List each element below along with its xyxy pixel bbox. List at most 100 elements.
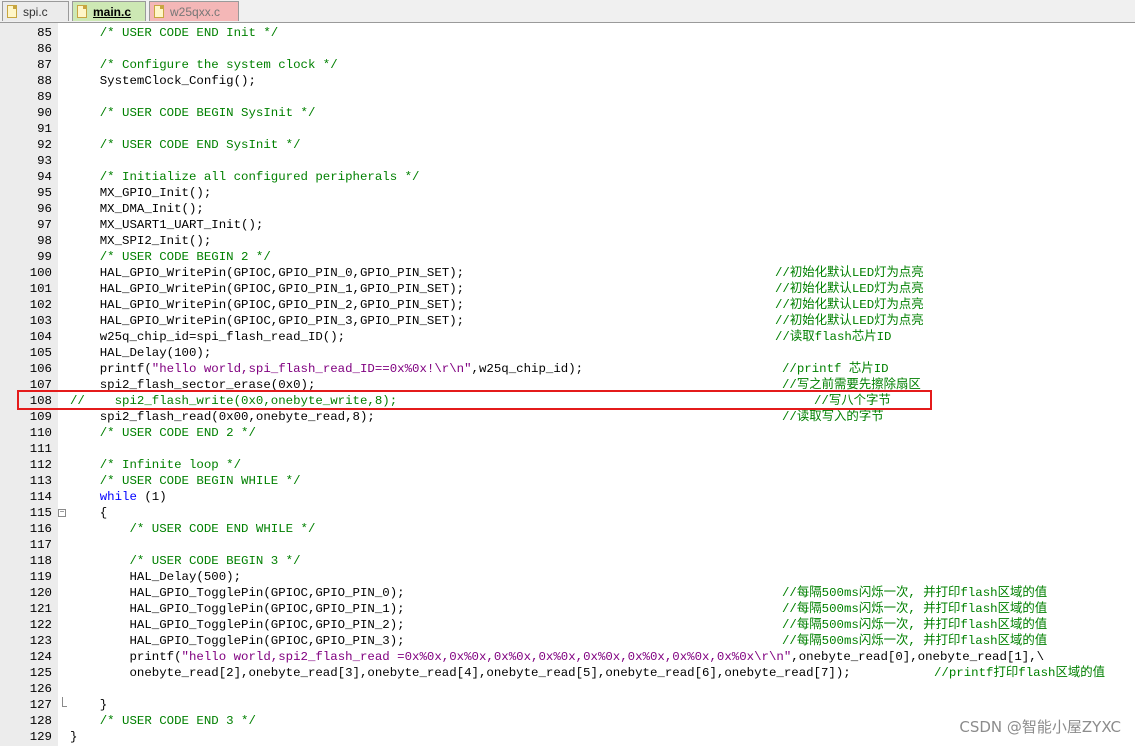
code-line[interactable]: 87 /* Configure the system clock */ — [0, 57, 1135, 73]
code-text: onebyte_read[2],onebyte_read[3],onebyte_… — [70, 666, 851, 680]
code-line[interactable]: 110 /* USER CODE END 2 */ — [0, 425, 1135, 441]
code-text: /* USER CODE BEGIN 3 */ — [70, 554, 301, 568]
code-line[interactable]: 100 HAL_GPIO_WritePin(GPIOC,GPIO_PIN_0,G… — [0, 265, 1135, 281]
code-line[interactable]: 94 /* Initialize all configured peripher… — [0, 169, 1135, 185]
code-text: /* Infinite loop */ — [70, 458, 242, 472]
code-text: /* Initialize all configured peripherals… — [70, 170, 420, 184]
code-line[interactable]: 102 HAL_GPIO_WritePin(GPIOC,GPIO_PIN_2,G… — [0, 297, 1135, 313]
code-line[interactable]: 92 /* USER CODE END SysInit */ — [0, 137, 1135, 153]
line-number: 119 — [29, 570, 52, 584]
code-line[interactable]: 122 HAL_GPIO_TogglePin(GPIOC,GPIO_PIN_2)… — [0, 617, 1135, 633]
line-number: 111 — [29, 442, 52, 456]
line-number: 98 — [37, 234, 52, 248]
line-number: 90 — [37, 106, 52, 120]
trailing-comment: //每隔500ms闪烁一次, 并打印flash区域的值 — [782, 634, 1048, 648]
code-line[interactable]: 112 /* Infinite loop */ — [0, 457, 1135, 473]
line-number: 100 — [29, 266, 52, 280]
line-number: 101 — [29, 282, 52, 296]
code-line[interactable]: 114 while (1) — [0, 489, 1135, 505]
code-line[interactable]: 95 MX_GPIO_Init(); — [0, 185, 1135, 201]
code-line[interactable]: 126 — [0, 681, 1135, 697]
code-line[interactable]: 111 — [0, 441, 1135, 457]
line-number: 93 — [37, 154, 52, 168]
code-line[interactable]: 98 MX_SPI2_Init(); — [0, 233, 1135, 249]
code-line[interactable]: 89 — [0, 89, 1135, 105]
fold-end-icon — [62, 697, 67, 707]
code-text: MX_DMA_Init(); — [70, 202, 204, 216]
tab-spi-c[interactable]: spi.c — [2, 1, 69, 21]
code-line[interactable]: 125 onebyte_read[2],onebyte_read[3],oneb… — [0, 665, 1135, 681]
c-file-icon — [7, 5, 17, 18]
trailing-comment: //读取写入的字节 — [782, 410, 884, 424]
line-number: 85 — [37, 26, 52, 40]
fold-collapse-icon[interactable]: − — [58, 509, 66, 517]
code-line[interactable]: 121 HAL_GPIO_TogglePin(GPIOC,GPIO_PIN_1)… — [0, 601, 1135, 617]
code-line[interactable]: 97 MX_USART1_UART_Init(); — [0, 217, 1135, 233]
code-text: SystemClock_Config(); — [70, 74, 256, 88]
highlight-box — [17, 390, 932, 410]
line-number: 114 — [29, 490, 52, 504]
line-number: 102 — [29, 298, 52, 312]
code-line[interactable]: 105 HAL_Delay(100); — [0, 345, 1135, 361]
code-line[interactable]: 109 spi2_flash_read(0x00,onebyte_read,8)… — [0, 409, 1135, 425]
code-text: HAL_GPIO_TogglePin(GPIOC,GPIO_PIN_2); — [70, 618, 405, 632]
code-text: HAL_GPIO_WritePin(GPIOC,GPIO_PIN_3,GPIO_… — [70, 314, 465, 328]
string-literal: "hello world,spi_flash_read_ID==0x%0x!\r… — [151, 362, 472, 376]
code-line[interactable]: 120 HAL_GPIO_TogglePin(GPIOC,GPIO_PIN_0)… — [0, 585, 1135, 601]
code-line[interactable]: 86 — [0, 41, 1135, 57]
line-number: 88 — [37, 74, 52, 88]
code-text: { — [70, 506, 108, 520]
line-number: 113 — [29, 474, 52, 488]
code-line[interactable]: 113 /* USER CODE BEGIN WHILE */ — [0, 473, 1135, 489]
tab-w25qxx-c[interactable]: w25qxx.c — [149, 1, 239, 21]
trailing-comment: //初始化默认LED灯为点亮 — [775, 314, 924, 328]
code-text: /* USER CODE END Init */ — [70, 26, 279, 40]
line-number: 103 — [29, 314, 52, 328]
line-number: 96 — [37, 202, 52, 216]
code-text: HAL_GPIO_WritePin(GPIOC,GPIO_PIN_2,GPIO_… — [70, 298, 465, 312]
code-text: printf("hello world,spi_flash_read_ID==0… — [70, 362, 584, 376]
code-text: MX_SPI2_Init(); — [70, 234, 212, 248]
code-text: MX_USART1_UART_Init(); — [70, 218, 264, 232]
line-number: 122 — [29, 618, 52, 632]
code-line[interactable]: 127 } — [0, 697, 1135, 713]
code-line[interactable]: 123 HAL_GPIO_TogglePin(GPIOC,GPIO_PIN_3)… — [0, 633, 1135, 649]
code-text: /* USER CODE BEGIN SysInit */ — [70, 106, 316, 120]
code-line[interactable]: 124 printf("hello world,spi2_flash_read … — [0, 649, 1135, 665]
code-line[interactable]: 119 HAL_Delay(500); — [0, 569, 1135, 585]
code-text: /* Configure the system clock */ — [70, 58, 338, 72]
code-line[interactable]: 90 /* USER CODE BEGIN SysInit */ — [0, 105, 1135, 121]
code-line[interactable]: 85 /* USER CODE END Init */ — [0, 25, 1135, 41]
code-text: printf("hello world,spi2_flash_read =0x%… — [70, 650, 1045, 664]
c-file-icon — [154, 5, 164, 18]
trailing-comment: //初始化默认LED灯为点亮 — [775, 298, 924, 312]
code-line[interactable]: 115− { — [0, 505, 1135, 521]
line-number: 97 — [37, 218, 52, 232]
line-number: 118 — [29, 554, 52, 568]
line-number: 105 — [29, 346, 52, 360]
editor-tab-bar: spi.c main.c w25qxx.c — [0, 0, 1135, 23]
code-line[interactable]: 91 — [0, 121, 1135, 137]
tab-main-c[interactable]: main.c — [72, 1, 146, 21]
code-text: /* USER CODE END SysInit */ — [70, 138, 301, 152]
keyword: while — [70, 490, 137, 504]
code-line[interactable]: 116 /* USER CODE END WHILE */ — [0, 521, 1135, 537]
code-line[interactable]: 96 MX_DMA_Init(); — [0, 201, 1135, 217]
line-number: 117 — [29, 538, 52, 552]
code-line[interactable]: 118 /* USER CODE BEGIN 3 */ — [0, 553, 1135, 569]
code-line[interactable]: 104 w25q_chip_id=spi_flash_read_ID(); //读… — [0, 329, 1135, 345]
code-line[interactable]: 99 /* USER CODE BEGIN 2 */ — [0, 249, 1135, 265]
code-editor[interactable]: 85 /* USER CODE END Init */86 87 /* Confi… — [0, 25, 1135, 745]
code-line[interactable]: 93 — [0, 153, 1135, 169]
code-line[interactable]: 101 HAL_GPIO_WritePin(GPIOC,GPIO_PIN_1,G… — [0, 281, 1135, 297]
tab-label: w25qxx.c — [170, 4, 221, 19]
code-line[interactable]: 106 printf("hello world,spi_flash_read_I… — [0, 361, 1135, 377]
string-literal: "hello world,spi2_flash_read =0x%0x,0x%0… — [181, 650, 792, 664]
code-text: /* USER CODE END WHILE */ — [70, 522, 316, 536]
code-line[interactable]: 117 — [0, 537, 1135, 553]
code-text: /* USER CODE END 2 */ — [70, 426, 256, 440]
code-line[interactable]: 88 SystemClock_Config(); — [0, 73, 1135, 89]
code-line[interactable]: 103 HAL_GPIO_WritePin(GPIOC,GPIO_PIN_3,G… — [0, 313, 1135, 329]
code-text: HAL_GPIO_WritePin(GPIOC,GPIO_PIN_1,GPIO_… — [70, 282, 465, 296]
code-text: /* USER CODE END 3 */ — [70, 714, 256, 728]
